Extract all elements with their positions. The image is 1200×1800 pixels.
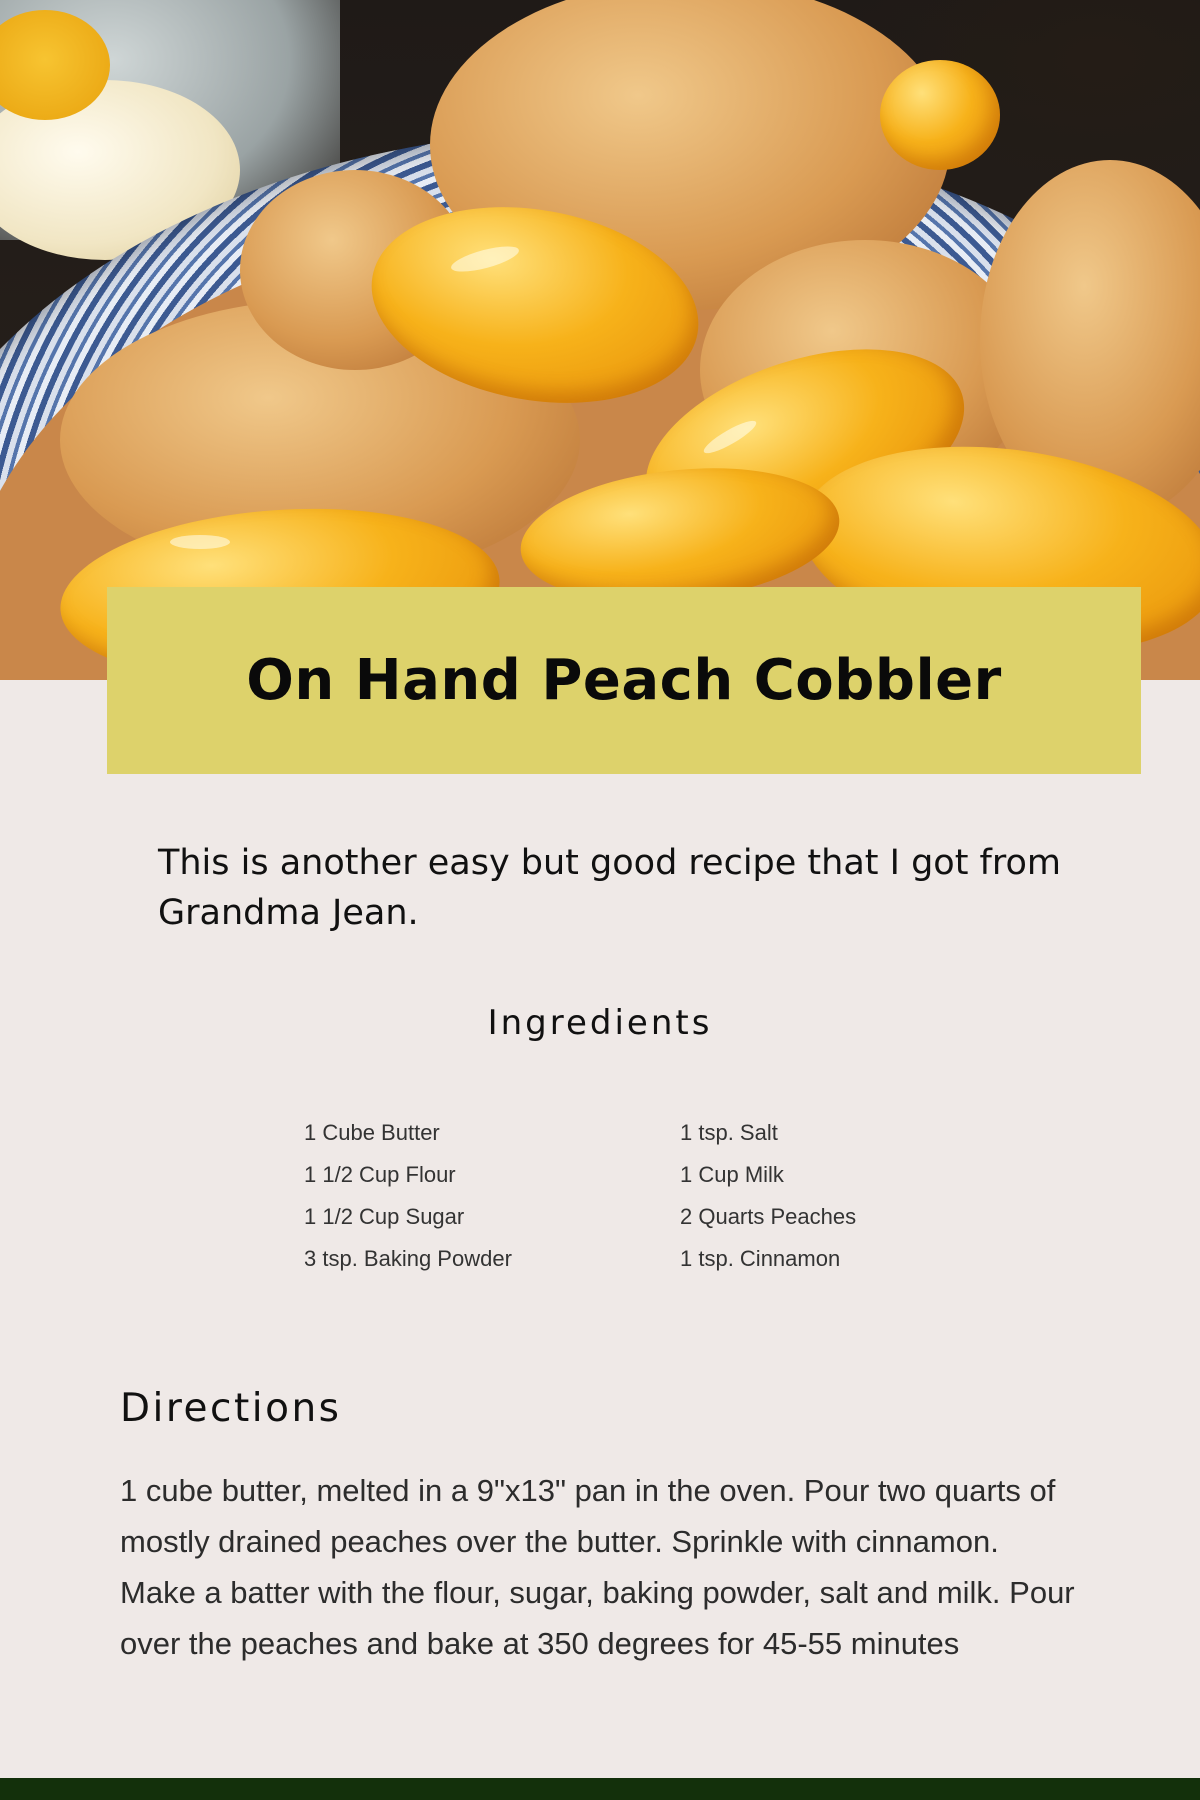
syrup-highlight [170,535,230,549]
footer-bar [0,1778,1200,1800]
ingredients-list-right: 1 tsp. Salt 1 Cup Milk 2 Quarts Peaches … [680,1112,856,1280]
ingredient-item: 2 Quarts Peaches [680,1204,857,1229]
recipe-intro: This is another easy but good recipe tha… [158,843,1061,933]
ingredient-item: 1 Cube Butter [304,1120,440,1145]
ingredients-heading: Ingredients [487,1003,713,1043]
hero-image [0,0,1200,680]
peach-slice [880,60,1000,170]
ingredient-item: 1 tsp. Cinnamon [680,1246,841,1271]
title-banner: On Hand Peach Cobbler [107,587,1141,774]
ingredient-item: 1 1/2 Cup Flour [304,1162,456,1187]
ingredient-item: 1 tsp. Salt [680,1120,778,1145]
ingredient-item: 3 tsp. Baking Powder [304,1246,512,1271]
ingredient-item: 1 1/2 Cup Sugar [304,1204,465,1229]
directions-heading: Directions [120,1386,342,1431]
ingredient-item: 1 Cup Milk [680,1162,784,1187]
recipe-title: On Hand Peach Cobbler [246,648,1002,713]
ingredients-list-left: 1 Cube Butter 1 1/2 Cup Flour 1 1/2 Cup … [304,1112,512,1280]
directions-text: 1 cube butter, melted in a 9"x13" pan in… [120,1473,1075,1661]
